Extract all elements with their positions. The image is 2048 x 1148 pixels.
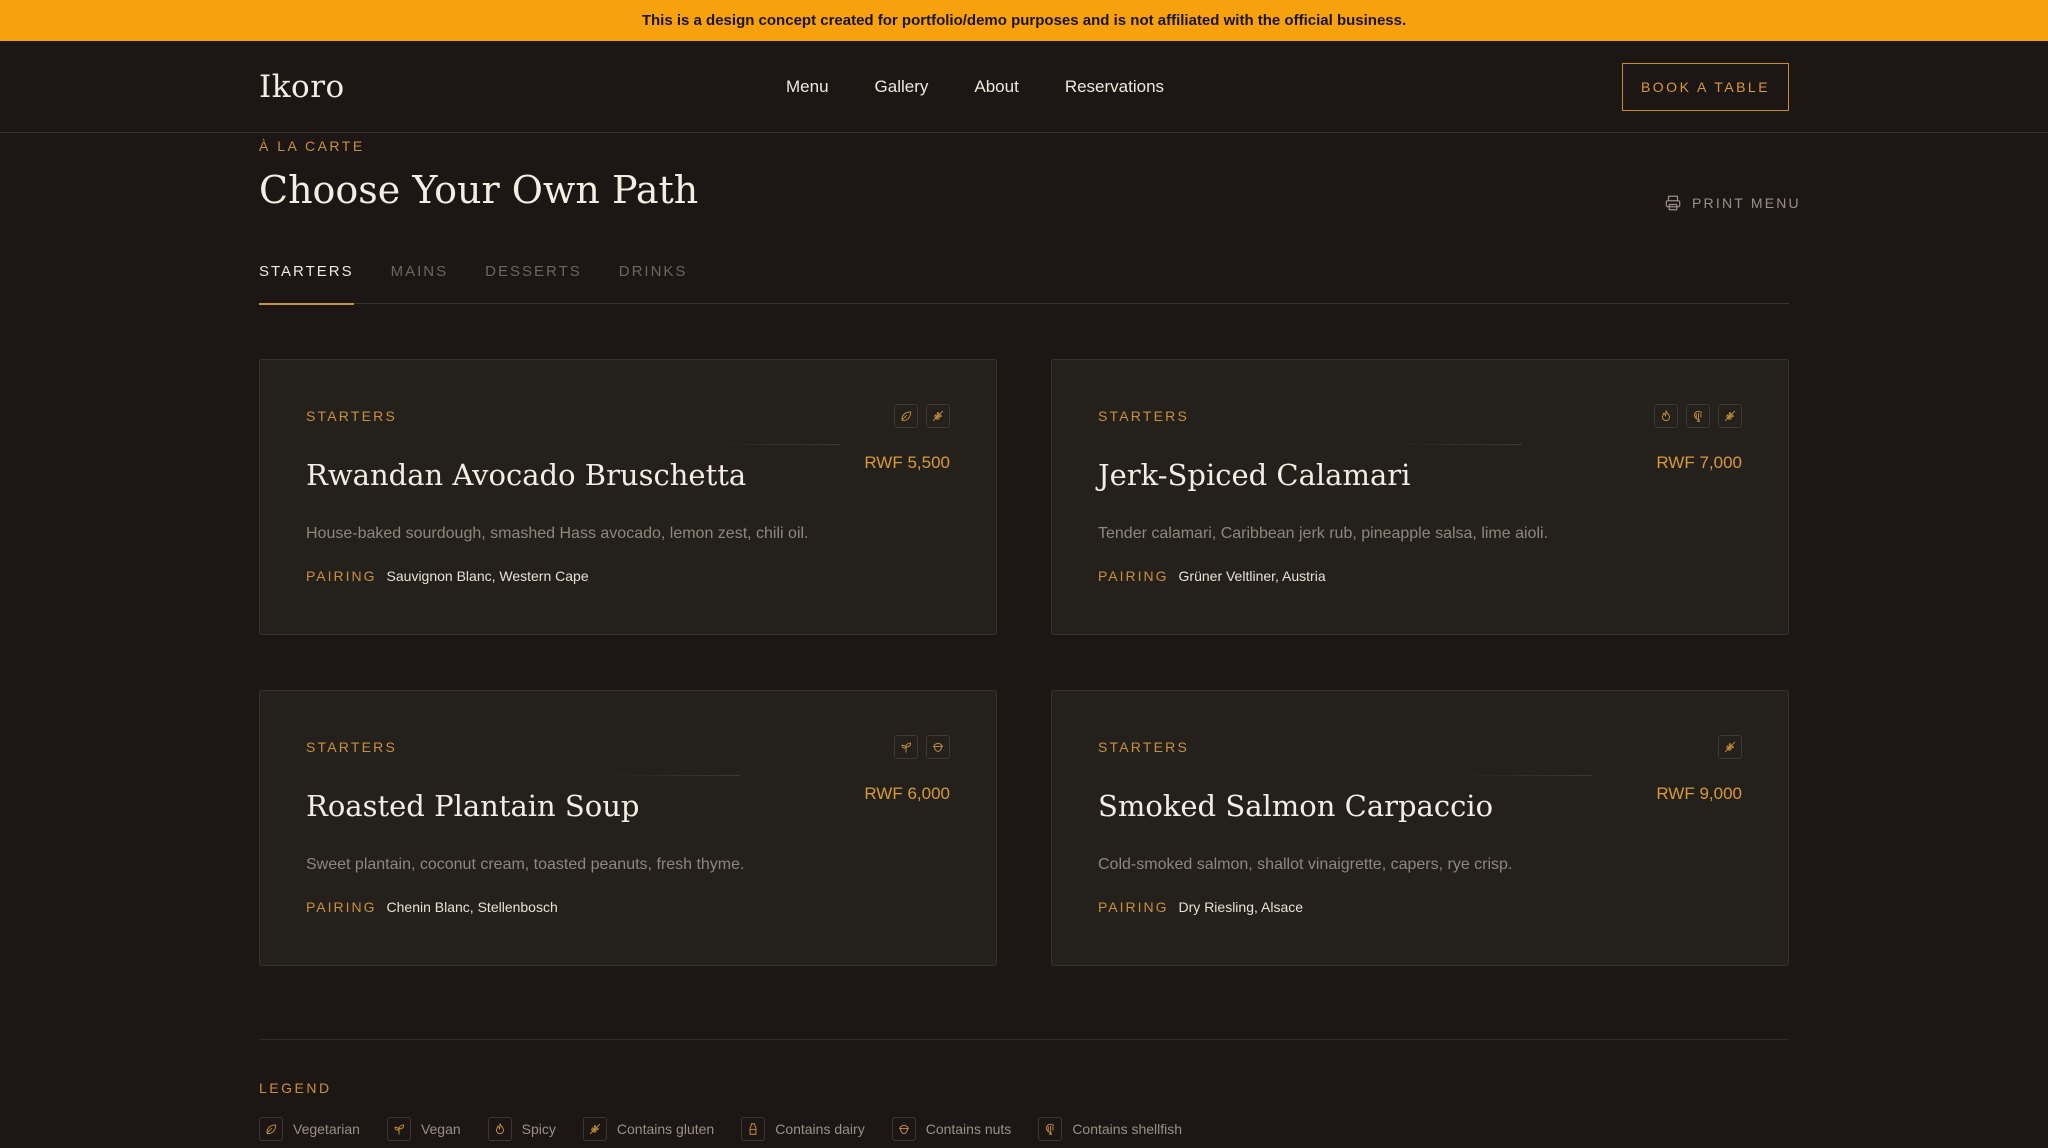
wheat-icon: [582, 1117, 607, 1141]
nav-link-menu[interactable]: Menu: [786, 77, 829, 97]
card-category: STARTERS: [306, 408, 397, 424]
card-pairing: PAIRING Chenin Blanc, Stellenbosch: [306, 899, 558, 915]
card-category: STARTERS: [1098, 739, 1189, 755]
sprout-icon: [894, 735, 918, 759]
page-title: Choose Your Own Path: [259, 168, 699, 212]
card-pairing: PAIRING Grüner Veltliner, Austria: [1098, 568, 1326, 584]
menu-item-card[interactable]: STARTERS RWF 5,500 Rwandan Avocado Brusc…: [259, 359, 997, 635]
nav-link-reservations[interactable]: Reservations: [1065, 77, 1164, 97]
nav-link-gallery[interactable]: Gallery: [875, 77, 929, 97]
leaf-icon: [259, 1117, 283, 1141]
tab-drinks[interactable]: DRINKS: [619, 258, 688, 304]
pairing-label: PAIRING: [306, 568, 377, 584]
wheat-icon: [1718, 404, 1742, 428]
legend-label: Vegan: [420, 1121, 461, 1137]
card-price: RWF 5,500: [864, 453, 950, 472]
nut-icon: [891, 1117, 916, 1141]
pairing-value: Chenin Blanc, Stellenbosch: [386, 899, 558, 915]
pairing-label: PAIRING: [1098, 899, 1169, 915]
dietary-icons: [1710, 735, 1742, 759]
card-title: Rwandan Avocado Bruschetta: [306, 458, 747, 492]
print-menu-label: PRINT MENU: [1692, 195, 1801, 211]
card-price: RWF 6,000: [864, 784, 950, 803]
pairing-value: Dry Riesling, Alsace: [1178, 899, 1304, 915]
section-eyebrow: À LA CARTE: [259, 138, 365, 154]
dietary-icons: [886, 735, 950, 759]
dietary-icons: [1646, 404, 1742, 428]
pairing-label: PAIRING: [1098, 568, 1169, 584]
wheat-icon: [926, 404, 950, 428]
card-pairing: PAIRING Sauvignon Blanc, Western Cape: [306, 568, 589, 584]
price-divider: [600, 775, 740, 776]
wheat-icon: [1718, 735, 1742, 759]
card-price: RWF 7,000: [1656, 453, 1742, 472]
card-description: Sweet plantain, coconut cream, toasted p…: [306, 856, 745, 873]
legend-item-spicy: Spicy: [487, 1117, 556, 1141]
card-title: Roasted Plantain Soup: [306, 789, 640, 823]
legend-label: Contains dairy: [775, 1121, 865, 1137]
sprout-icon: [386, 1117, 411, 1141]
card-price: RWF 9,000: [1656, 784, 1742, 803]
menu-category-tabs: STARTERS MAINS DESSERTS DRINKS: [259, 258, 1789, 305]
legend-label: Contains nuts: [925, 1121, 1012, 1137]
card-category: STARTERS: [306, 739, 397, 755]
pairing-label: PAIRING: [306, 899, 377, 915]
legend-item-gluten: Contains gluten: [582, 1117, 715, 1141]
legend-title: LEGEND: [259, 1080, 332, 1096]
menu-item-card[interactable]: STARTERS RWF 6,000 Roasted Plantain Soup…: [259, 690, 997, 966]
card-description: House-baked sourdough, smashed Hass avoc…: [306, 525, 809, 542]
flame-icon: [1654, 404, 1678, 428]
legend-label: Spicy: [521, 1121, 556, 1137]
menu-item-card[interactable]: STARTERS RWF 7,000 Jerk-Spiced Calamari …: [1051, 359, 1789, 635]
tab-desserts[interactable]: DESSERTS: [485, 258, 582, 304]
card-title: Smoked Salmon Carpaccio: [1098, 789, 1494, 823]
legend-item-shellfish: Contains shellfish: [1038, 1117, 1182, 1141]
legend-item-vegan: Vegan: [386, 1117, 461, 1141]
tab-starters[interactable]: STARTERS: [259, 258, 354, 305]
pairing-value: Grüner Veltliner, Austria: [1178, 568, 1326, 584]
site-header: Ikoro Menu Gallery About Reservations BO…: [0, 41, 2048, 133]
tab-mains[interactable]: MAINS: [391, 258, 449, 304]
legend-label: Contains gluten: [616, 1121, 715, 1137]
legend-label: Vegetarian: [293, 1121, 360, 1137]
legend-item-vegetarian: Vegetarian: [259, 1117, 360, 1141]
dietary-icons: [886, 404, 950, 428]
print-menu-button[interactable]: PRINT MENU: [1664, 192, 1801, 214]
price-divider: [1452, 775, 1592, 776]
price-divider: [1382, 444, 1522, 445]
shrimp-icon: [1686, 404, 1710, 428]
nut-icon: [926, 735, 950, 759]
site-logo[interactable]: Ikoro: [259, 69, 345, 105]
book-table-button[interactable]: BOOK A TABLE: [1622, 63, 1789, 111]
legend: Vegetarian Vegan Spicy Contains gluten C…: [259, 1117, 1209, 1141]
main-nav: Menu Gallery About Reservations: [786, 41, 1210, 133]
legend-divider: [259, 1039, 1789, 1040]
menu-item-card[interactable]: STARTERS RWF 9,000 Smoked Salmon Carpacc…: [1051, 690, 1789, 966]
printer-icon: [1665, 195, 1681, 211]
legend-item-dairy: Contains dairy: [741, 1117, 865, 1141]
card-title: Jerk-Spiced Calamari: [1098, 458, 1411, 492]
milk-icon: [741, 1117, 766, 1141]
leaf-icon: [894, 404, 918, 428]
card-pairing: PAIRING Dry Riesling, Alsace: [1098, 899, 1303, 915]
legend-item-nuts: Contains nuts: [891, 1117, 1012, 1141]
demo-disclaimer-banner: This is a design concept created for por…: [0, 0, 2048, 41]
legend-label: Contains shellfish: [1072, 1121, 1183, 1137]
shrimp-icon: [1038, 1117, 1063, 1141]
card-description: Tender calamari, Caribbean jerk rub, pin…: [1098, 525, 1549, 542]
card-category: STARTERS: [1098, 408, 1189, 424]
nav-link-about[interactable]: About: [974, 77, 1018, 97]
price-divider: [700, 444, 840, 445]
card-description: Cold-smoked salmon, shallot vinaigrette,…: [1098, 856, 1513, 873]
flame-icon: [487, 1117, 512, 1141]
pairing-value: Sauvignon Blanc, Western Cape: [386, 568, 589, 584]
